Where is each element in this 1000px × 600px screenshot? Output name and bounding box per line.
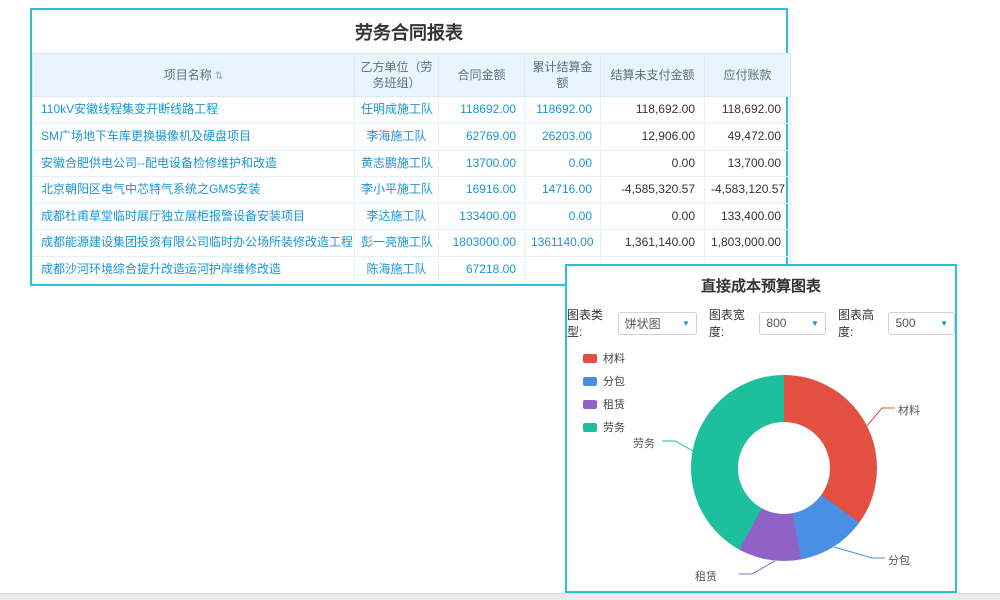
contract-amount-cell: 118692.00 (439, 97, 525, 124)
project-name-cell[interactable]: 成都能源建设集团投资有限公司临时办公场所装修改造工程EPC (33, 230, 355, 257)
payable-amount-cell: 133,400.00 (705, 203, 791, 230)
table-row[interactable]: 110kV安徽线程集变开断线路工程任明成施工队118692.00118692.0… (33, 97, 791, 124)
chart-width-control: 图表宽度: 800 ▼ (709, 306, 826, 340)
settled-amount-cell: 14716.00 (525, 177, 601, 204)
team-cell: 李小平施工队 (355, 177, 439, 204)
chevron-down-icon: ▼ (940, 319, 948, 328)
contract-amount-cell: 133400.00 (439, 203, 525, 230)
pie-callout-label: 材料 (898, 402, 920, 418)
payable-amount-cell: 1,803,000.00 (705, 230, 791, 257)
legend-swatch (583, 377, 597, 386)
labor-contract-report-panel: 劳务合同报表 项目名称⇅ 乙方单位（劳务班组） 合同金额 累计结算金额 结算未支… (30, 8, 788, 286)
chart-legend: 材料分包租赁劳务 (583, 350, 625, 442)
unpaid-amount-cell: 118,692.00 (601, 97, 705, 124)
legend-item[interactable]: 租赁 (583, 396, 625, 412)
col-header-project-label: 项目名称 (164, 68, 212, 82)
team-cell: 李海施工队 (355, 123, 439, 150)
legend-item[interactable]: 材料 (583, 350, 625, 366)
settled-amount-cell: 0.00 (525, 203, 601, 230)
legend-swatch (583, 400, 597, 409)
contract-amount-cell: 1803000.00 (439, 230, 525, 257)
settled-amount-cell: 1361140.00 (525, 230, 601, 257)
payable-amount-cell: 118,692.00 (705, 97, 791, 124)
chart-width-value: 800 (766, 316, 786, 330)
chart-title: 直接成本预算图表 (567, 266, 955, 303)
legend-swatch (583, 423, 597, 432)
contract-amount-cell: 62769.00 (439, 123, 525, 150)
chart-height-control: 图表高度: 500 ▼ (838, 306, 955, 340)
chart-area: 材料分包租赁劳务 材料 分包 租赁 劳务 (567, 346, 955, 598)
settled-amount-cell: 0.00 (525, 150, 601, 177)
contract-amount-cell: 13700.00 (439, 150, 525, 177)
report-table-body: 110kV安徽线程集变开断线路工程任明成施工队118692.00118692.0… (33, 97, 791, 283)
table-row[interactable]: 成都能源建设集团投资有限公司临时办公场所装修改造工程EPC彭一亮施工队18030… (33, 230, 791, 257)
col-header-project-name[interactable]: 项目名称⇅ (33, 54, 355, 97)
contract-amount-cell: 67218.00 (439, 256, 525, 283)
legend-label: 分包 (603, 373, 625, 389)
project-name-cell[interactable]: 安徽合肥供电公司--配电设备检修维护和改造 (33, 150, 355, 177)
chart-height-label: 图表高度: (838, 306, 885, 340)
pie-callout-label: 分包 (888, 552, 910, 568)
chart-width-select[interactable]: 800 ▼ (759, 312, 826, 335)
cost-budget-chart-panel: 直接成本预算图表 图表类型: 饼状图 ▼ 图表宽度: 800 ▼ 图表高度: 5 (565, 264, 957, 593)
col-header-team: 乙方单位（劳务班组） (355, 54, 439, 97)
chart-width-label: 图表宽度: (709, 306, 756, 340)
table-row[interactable]: 北京朝阳区电气中芯特气系统之GMS安装李小平施工队16916.0014716.0… (33, 177, 791, 204)
chart-type-value: 饼状图 (625, 315, 661, 332)
chart-type-label: 图表类型: (567, 306, 614, 340)
legend-label: 材料 (603, 350, 625, 366)
team-cell: 陈海施工队 (355, 256, 439, 283)
project-name-cell[interactable]: 成都沙河环境综合提升改造运河护岸维修改造 (33, 256, 355, 283)
col-header-unpaid-amount: 结算未支付金额 (601, 54, 705, 97)
chart-controls: 图表类型: 饼状图 ▼ 图表宽度: 800 ▼ 图表高度: 500 ▼ (567, 303, 955, 346)
settled-amount-cell: 26203.00 (525, 123, 601, 150)
chevron-down-icon: ▼ (811, 319, 819, 328)
legend-label: 租赁 (603, 396, 625, 412)
unpaid-amount-cell: 0.00 (601, 203, 705, 230)
legend-item[interactable]: 分包 (583, 373, 625, 389)
legend-item[interactable]: 劳务 (583, 419, 625, 435)
window-bottom-edge (0, 593, 1000, 600)
contract-amount-cell: 16916.00 (439, 177, 525, 204)
chevron-down-icon: ▼ (682, 319, 690, 328)
col-header-contract-amount: 合同金额 (439, 54, 525, 97)
table-row[interactable]: 安徽合肥供电公司--配电设备检修维护和改造黄志鹏施工队13700.000.000… (33, 150, 791, 177)
settled-amount-cell: 118692.00 (525, 97, 601, 124)
legend-label: 劳务 (603, 419, 625, 435)
unpaid-amount-cell: 1,361,140.00 (601, 230, 705, 257)
chart-height-value: 500 (895, 316, 915, 330)
col-header-payable: 应付账款 (705, 54, 791, 97)
table-header-row: 项目名称⇅ 乙方单位（劳务班组） 合同金额 累计结算金额 结算未支付金额 应付账… (33, 54, 791, 97)
team-cell: 李达施工队 (355, 203, 439, 230)
pie-callout-label: 劳务 (633, 435, 655, 451)
chart-type-control: 图表类型: 饼状图 ▼ (567, 306, 697, 340)
unpaid-amount-cell: -4,585,320.57 (601, 177, 705, 204)
payable-amount-cell: 49,472.00 (705, 123, 791, 150)
chart-height-select[interactable]: 500 ▼ (888, 312, 955, 335)
payable-amount-cell: 13,700.00 (705, 150, 791, 177)
project-name-cell[interactable]: SM广场地下车库更换摄像机及硬盘项目 (33, 123, 355, 150)
report-title: 劳务合同报表 (32, 10, 786, 53)
table-row[interactable]: 成都杜甫草堂临时展厅独立展柜报警设备安装项目李达施工队133400.000.00… (33, 203, 791, 230)
chart-type-select[interactable]: 饼状图 ▼ (618, 312, 697, 335)
unpaid-amount-cell: 12,906.00 (601, 123, 705, 150)
team-cell: 黄志鹏施工队 (355, 150, 439, 177)
donut-hole (738, 422, 830, 514)
unpaid-amount-cell: 0.00 (601, 150, 705, 177)
payable-amount-cell: -4,583,120.57 (705, 177, 791, 204)
table-row[interactable]: SM广场地下车库更换摄像机及硬盘项目李海施工队62769.0026203.001… (33, 123, 791, 150)
project-name-cell[interactable]: 110kV安徽线程集变开断线路工程 (33, 97, 355, 124)
legend-swatch (583, 354, 597, 363)
team-cell: 任明成施工队 (355, 97, 439, 124)
project-name-cell[interactable]: 北京朝阳区电气中芯特气系统之GMS安装 (33, 177, 355, 204)
col-header-settled-amount: 累计结算金额 (525, 54, 601, 97)
team-cell: 彭一亮施工队 (355, 230, 439, 257)
report-table: 项目名称⇅ 乙方单位（劳务班组） 合同金额 累计结算金额 结算未支付金额 应付账… (32, 53, 791, 284)
sort-icon[interactable]: ⇅ (215, 71, 223, 82)
project-name-cell[interactable]: 成都杜甫草堂临时展厅独立展柜报警设备安装项目 (33, 203, 355, 230)
pie-callout-label: 租赁 (695, 568, 717, 584)
